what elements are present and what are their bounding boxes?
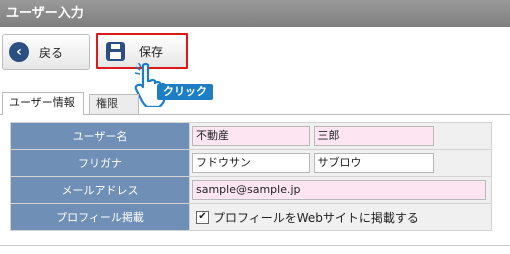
tab-user-info[interactable]: ユーザー情報 xyxy=(2,92,84,115)
click-badge: クリック xyxy=(157,84,213,100)
profile-checkbox[interactable]: ✔ xyxy=(196,210,209,224)
user-name-cell: 不動産 三郎 xyxy=(189,122,492,150)
email-label: メールアドレス xyxy=(10,176,190,204)
first-name-input[interactable]: 三郎 xyxy=(313,126,434,146)
user-form-table: ユーザー名 不動産 三郎 フリガナ フドウサン サブロウ メールアドレス sam… xyxy=(10,122,492,231)
back-button-label: 戻る xyxy=(39,45,64,60)
email-cell: sample@sample.jp xyxy=(189,176,492,204)
table-row: フリガナ フドウサン サブロウ xyxy=(10,149,492,177)
last-name-kana-input[interactable]: フドウサン xyxy=(192,153,310,173)
first-name-kana-input[interactable]: サブロウ xyxy=(313,153,434,173)
tab-permissions[interactable]: 権限 xyxy=(89,94,139,114)
arrow-left-icon: ‹ xyxy=(9,42,29,62)
back-button[interactable]: ‹ 戻る xyxy=(2,34,90,70)
last-name-input[interactable]: 不動産 xyxy=(192,126,310,146)
floppy-disk-icon xyxy=(106,41,125,61)
profile-label: プロフィール掲載 xyxy=(10,203,190,231)
table-row: ユーザー名 不動産 三郎 xyxy=(10,122,492,150)
save-button-label: 保存 xyxy=(139,44,164,59)
email-input[interactable]: sample@sample.jp xyxy=(192,180,486,200)
profile-checkbox-label[interactable]: プロフィールをWebサイトに掲載する xyxy=(213,211,419,225)
user-name-label: ユーザー名 xyxy=(10,122,190,150)
furigana-label: フリガナ xyxy=(10,149,190,177)
furigana-cell: フドウサン サブロウ xyxy=(189,149,492,177)
table-row: メールアドレス sample@sample.jp xyxy=(10,176,492,204)
window-title: ユーザー入力 xyxy=(0,0,510,27)
table-row: プロフィール掲載 ✔ プロフィールをWebサイトに掲載する xyxy=(10,203,492,231)
profile-cell: ✔ プロフィールをWebサイトに掲載する xyxy=(189,203,492,231)
